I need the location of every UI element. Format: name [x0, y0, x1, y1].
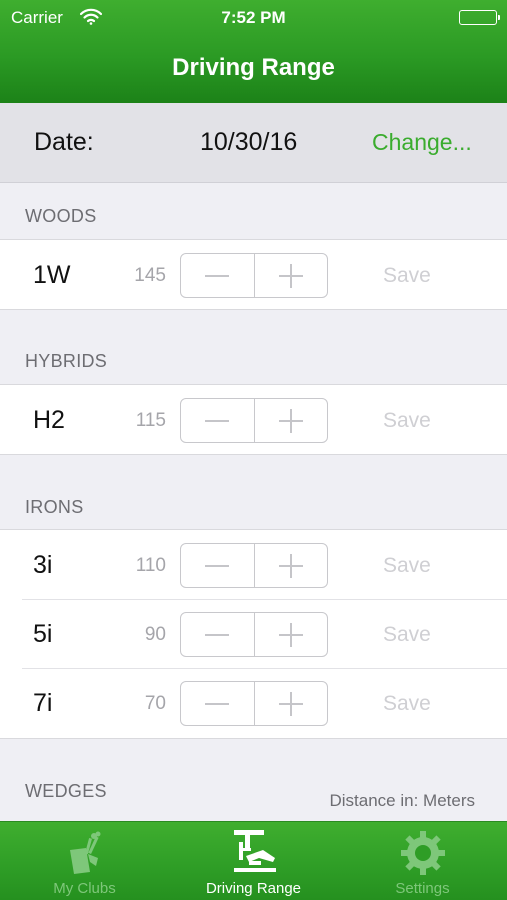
decrement-button[interactable]	[181, 544, 254, 587]
distance-stepper	[180, 398, 328, 443]
date-value: 10/30/16	[200, 128, 298, 156]
club-row-3i: 3i 110 Save	[0, 530, 507, 600]
decrement-button[interactable]	[181, 682, 254, 725]
clock: 7:52 PM	[221, 8, 286, 27]
status-bar: Carrier 7:52 PM	[0, 0, 507, 36]
tab-my-clubs[interactable]: My Clubs	[0, 822, 169, 900]
tab-label: Driving Range	[205, 880, 302, 897]
club-row-h2: H2 115 Save	[0, 385, 507, 455]
section-header-irons: IRONS	[25, 497, 84, 517]
save-button[interactable]: Save	[383, 264, 431, 288]
club-name: 1W	[33, 261, 71, 289]
section-header-wedges: WEDGES	[25, 781, 107, 801]
date-row: Date: 10/30/16 Change...	[0, 103, 507, 183]
decrement-button[interactable]	[181, 399, 254, 442]
gear-icon	[398, 828, 448, 878]
club-name: H2	[33, 406, 65, 434]
club-distance: 90	[144, 624, 166, 645]
tab-settings[interactable]: Settings	[338, 822, 507, 900]
battery-icon	[459, 10, 500, 25]
tab-label: Settings	[395, 880, 450, 897]
save-button[interactable]: Save	[383, 692, 431, 716]
club-distance: 110	[135, 555, 166, 576]
club-row-5i: 5i 90 Save	[0, 599, 507, 669]
page-title: Driving Range	[172, 54, 335, 81]
distance-stepper	[180, 612, 328, 657]
driving-range-icon	[229, 828, 279, 878]
row-divider	[22, 668, 507, 669]
club-distance: 70	[144, 693, 166, 714]
row-divider	[22, 599, 507, 600]
distance-stepper	[180, 253, 328, 298]
increment-button[interactable]	[253, 682, 328, 725]
change-date-button[interactable]: Change...	[372, 129, 472, 156]
tab-bar: My Clubs Driving Range Settings	[0, 821, 507, 900]
increment-button[interactable]	[253, 613, 328, 656]
decrement-button[interactable]	[181, 254, 254, 297]
distance-stepper	[180, 543, 328, 588]
club-name: 7i	[33, 689, 53, 717]
club-distance: 115	[135, 410, 166, 431]
section-header-woods: WOODS	[25, 206, 97, 226]
club-row-7i: 7i 70 Save	[0, 668, 507, 738]
decrement-button[interactable]	[181, 613, 254, 656]
club-name: 3i	[33, 551, 53, 579]
save-button[interactable]: Save	[383, 623, 431, 647]
club-name: 5i	[33, 620, 53, 648]
increment-button[interactable]	[253, 254, 328, 297]
club-row-1w: 1W 145 Save	[0, 240, 507, 310]
tab-label: My Clubs	[53, 880, 116, 897]
tab-driving-range[interactable]: Driving Range	[169, 822, 338, 900]
increment-button[interactable]	[253, 399, 328, 442]
golf-bag-icon	[60, 828, 110, 878]
distance-stepper	[180, 681, 328, 726]
club-distance: 145	[134, 265, 166, 286]
navigation-bar: Carrier 7:52 PM Driving Range	[0, 0, 507, 103]
save-button[interactable]: Save	[383, 409, 431, 433]
distance-unit-note: Distance in: Meters	[329, 791, 476, 810]
increment-button[interactable]	[253, 544, 328, 587]
section-header-hybrids: HYBRIDS	[25, 351, 108, 371]
date-label: Date:	[34, 128, 94, 156]
save-button[interactable]: Save	[383, 554, 431, 578]
